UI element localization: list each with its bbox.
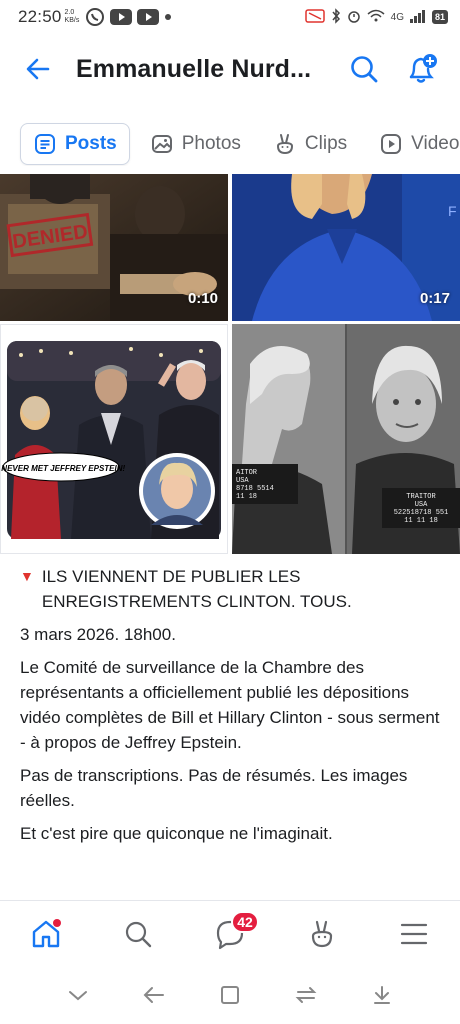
menu-icon <box>400 923 428 944</box>
search-icon <box>125 921 152 947</box>
back-button[interactable] <box>18 49 58 89</box>
cast-icon <box>304 8 325 26</box>
posts-icon <box>33 132 57 156</box>
sys-download-button[interactable] <box>360 973 404 1017</box>
photo-thumbnail-1-image: I NEVER MET JEFFREY EPSTEIN! <box>1 341 221 539</box>
video-thumbnail-1[interactable]: DENIED 0:10 <box>0 174 228 321</box>
post-body: ▼ ILS VIENNENT DE PUBLIER LES ENREGISTRE… <box>20 564 440 854</box>
back-arrow-icon <box>143 987 164 1003</box>
system-nav-bar <box>0 966 460 1024</box>
nav-menu[interactable] <box>389 909 439 959</box>
battery-icon: 81 <box>431 10 448 24</box>
post-headline: ▼ ILS VIENNENT DE PUBLIER LES ENREGISTRE… <box>20 564 440 614</box>
signal-label: 4G <box>390 11 404 23</box>
tab-clips[interactable]: Clips <box>261 123 359 165</box>
tab-videos-label: Videos <box>411 133 460 154</box>
home-notification-dot <box>53 918 61 927</box>
nav-clips[interactable] <box>297 909 347 959</box>
square-icon <box>221 986 239 1004</box>
post-headline-text: ILS VIENNENT DE PUBLIER LES ENREGISTREME… <box>41 567 352 611</box>
tab-photos-label: Photos <box>181 133 241 154</box>
bluetooth-icon <box>331 7 341 27</box>
tab-posts-label: Posts <box>65 133 117 154</box>
post-date: 3 mars 2026. 18h00. <box>20 625 176 644</box>
bottom-nav: 42 <box>0 900 460 966</box>
clips-icon <box>311 920 333 947</box>
header-actions <box>344 49 442 89</box>
sys-back-button[interactable] <box>132 973 176 1017</box>
videos-icon <box>379 132 403 156</box>
search-button[interactable] <box>344 49 384 89</box>
sys-collapse-button[interactable] <box>56 973 100 1017</box>
youtube-icon-2 <box>137 9 160 25</box>
photo-thumbnail-2-image: AITOR USA 8718 5514 11 18 TRAITOR USA 5225187… <box>232 324 460 554</box>
signal-icon <box>409 9 426 26</box>
wifi-icon <box>367 9 385 26</box>
photo-thumbnail-2[interactable]: AITOR USA 8718 5514 11 18 TRAITOR USA 5225187… <box>232 324 460 554</box>
tab-photos[interactable]: Photos <box>138 123 253 165</box>
youtube-icon <box>110 9 133 25</box>
nav-home[interactable] <box>21 909 71 959</box>
tab-videos[interactable]: Videos <box>367 123 460 165</box>
profile-tabs: Posts Photos Clips Videos <box>0 122 460 166</box>
post-paragraph-1: Le Comité de surveillance de la Chambre … <box>20 658 440 752</box>
sys-home-button[interactable] <box>208 973 252 1017</box>
video-duration-2: 0:17 <box>419 290 450 307</box>
whatsapp-icon <box>85 7 105 27</box>
chevron-down-icon <box>69 991 87 1001</box>
red-triangle-icon: ▼ <box>20 568 34 584</box>
network-speed: 2.0 KB/s <box>65 9 80 25</box>
network-speed-unit: KB/s <box>64 17 80 24</box>
post-paragraph-2: Pas de transcriptions. Pas de résumés. L… <box>20 766 408 810</box>
bell-plus-icon <box>409 54 437 83</box>
download-icon <box>374 986 390 1004</box>
video-duration-1: 0:10 <box>187 290 218 307</box>
clips-icon <box>273 132 297 156</box>
app-header: Emmanuelle Nurd... <box>0 40 460 98</box>
svg-text:F: F <box>448 203 457 219</box>
battery-level: 81 <box>434 12 445 22</box>
add-notification-button[interactable] <box>402 49 442 89</box>
status-time: 22:50 <box>18 7 62 26</box>
tab-clips-label: Clips <box>304 133 348 154</box>
tab-posts[interactable]: Posts <box>20 123 130 165</box>
photo-thumbnail-1[interactable]: I NEVER MET JEFFREY EPSTEIN! <box>0 324 228 554</box>
search-icon <box>351 56 378 83</box>
nav-messages[interactable]: 42 <box>205 909 259 959</box>
back-arrow-icon <box>26 58 50 80</box>
status-right: 4G 81 <box>304 7 448 27</box>
post-paragraph-3: Et c'est pire que quiconque ne l'imagina… <box>20 824 333 843</box>
photos-icon <box>150 132 174 156</box>
notification-dot-icon <box>164 13 172 21</box>
alarm-icon <box>347 9 361 26</box>
messages-badge: 42 <box>231 910 259 933</box>
nav-search[interactable] <box>113 909 163 959</box>
sys-switch-button[interactable] <box>284 973 328 1017</box>
status-bar: 22:50 2.0 KB/s 4G 81 <box>0 0 460 34</box>
network-speed-value: 2.0 <box>64 9 75 16</box>
page-title: Emmanuelle Nurd... <box>76 54 312 83</box>
switch-icon <box>295 987 317 1003</box>
photo-caption: I NEVER MET JEFFREY EPSTEIN! <box>1 464 125 473</box>
video-thumbnail-2[interactable]: F 0:17 <box>232 174 460 321</box>
media-grid: DENIED 0:10 F 0:17 I NEVER MET JEFFREY E… <box>0 174 460 554</box>
